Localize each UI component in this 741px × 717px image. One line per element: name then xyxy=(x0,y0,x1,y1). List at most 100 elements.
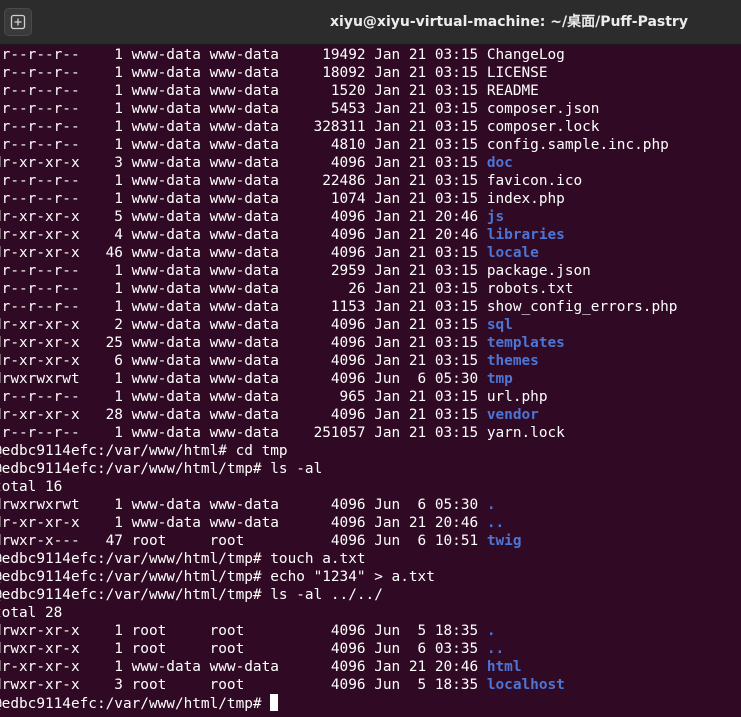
terminal-line: @edbc9114efc:/var/www/html/tmp# touch a.… xyxy=(0,550,741,568)
line-text: -r--r--r-- 1 www-data www-data 251057 Ja… xyxy=(0,425,487,441)
file-name: composer.lock xyxy=(486,119,600,135)
terminal-line: dr-xr-xr-x 5 www-data www-data 4096 Jan … xyxy=(0,208,741,226)
directory-name: locale xyxy=(486,245,539,261)
directory-name: doc xyxy=(486,155,513,171)
file-name: robots.txt xyxy=(486,281,574,297)
terminal-line: dr-xr-xr-x 6 www-data www-data 4096 Jan … xyxy=(0,352,741,370)
terminal-line: total 16 xyxy=(0,478,741,496)
line-text: @edbc9114efc:/var/www/html/tmp# ls -al xyxy=(0,461,323,477)
line-text: -r--r--r-- 1 www-data www-data 1074 Jan … xyxy=(0,191,487,207)
prompt-text: @edbc9114efc:/var/www/html/tmp# xyxy=(0,696,271,712)
line-text: -r--r--r-- 1 www-data www-data 965 Jan 2… xyxy=(0,389,487,405)
file-name: LICENSE xyxy=(486,65,548,81)
terminal-line: -r--r--r-- 1 www-data www-data 1520 Jan … xyxy=(0,82,741,100)
line-text: @edbc9114efc:/var/www/html/tmp# ls -al .… xyxy=(0,587,383,603)
terminal-line: drwxr-xr-x 1 root root 4096 Jun 6 03:35 … xyxy=(0,640,741,658)
line-text: -r--r--r-- 1 www-data www-data 5453 Jan … xyxy=(0,101,487,117)
terminal-line: -r--r--r-- 1 www-data www-data 26 Jan 21… xyxy=(0,280,741,298)
title-bar: xiyu@xiyu-virtual-machine: ~/桌面/Puff-Pas… xyxy=(0,0,741,45)
directory-name: libraries xyxy=(486,227,565,243)
line-text: dr-xr-xr-x 5 www-data www-data 4096 Jan … xyxy=(0,209,487,225)
line-text: dr-xr-xr-x 25 www-data www-data 4096 Jan… xyxy=(0,335,487,351)
line-text: dr-xr-xr-x 6 www-data www-data 4096 Jan … xyxy=(0,353,487,369)
terminal-line: drwxrwxrwt 1 www-data www-data 4096 Jun … xyxy=(0,370,741,388)
file-name: show_config_errors.php xyxy=(486,299,678,315)
line-text: -r--r--r-- 1 www-data www-data 328311 Ja… xyxy=(0,119,487,135)
line-text: -r--r--r-- 1 www-data www-data 1153 Jan … xyxy=(0,299,487,315)
line-text: drwxr-xr-x 1 root root 4096 Jun 6 03:35 xyxy=(0,641,487,657)
terminal-line: drwxr-x--- 47 root root 4096 Jun 6 10:51… xyxy=(0,532,741,550)
terminal-line: -r--r--r-- 1 www-data www-data 4810 Jan … xyxy=(0,136,741,154)
file-name: index.php xyxy=(486,191,565,207)
terminal-window: xiyu@xiyu-virtual-machine: ~/桌面/Puff-Pas… xyxy=(0,0,741,717)
line-text: @edbc9114efc:/var/www/html/tmp# touch a.… xyxy=(0,551,366,567)
terminal-line: -r--r--r-- 1 www-data www-data 1074 Jan … xyxy=(0,190,741,208)
terminal-line: @edbc9114efc:/var/www/html/tmp# ls -al .… xyxy=(0,586,741,604)
text-cursor xyxy=(270,694,279,711)
terminal-line: drwxr-xr-x 1 root root 4096 Jun 5 18:35 … xyxy=(0,622,741,640)
terminal-line: dr-xr-xr-x 25 www-data www-data 4096 Jan… xyxy=(0,334,741,352)
terminal-line: -r--r--r-- 1 www-data www-data 251057 Ja… xyxy=(0,424,741,442)
terminal-output[interactable]: -r--r--r-- 1 www-data www-data 19492 Jan… xyxy=(0,46,741,717)
terminal-line: @edbc9114efc:/var/www/html/tmp# echo "12… xyxy=(0,568,741,586)
line-text: drwxrwxrwt 1 www-data www-data 4096 Jun … xyxy=(0,497,487,513)
directory-name: . xyxy=(486,623,496,639)
line-text: dr-xr-xr-x 1 www-data www-data 4096 Jan … xyxy=(0,515,487,531)
directory-name: localhost xyxy=(486,677,565,693)
line-text: drwxr-xr-x 1 root root 4096 Jun 5 18:35 xyxy=(0,623,487,639)
line-text: total 28 xyxy=(0,605,63,621)
line-text: -r--r--r-- 1 www-data www-data 1520 Jan … xyxy=(0,83,487,99)
line-text: dr-xr-xr-x 2 www-data www-data 4096 Jan … xyxy=(0,317,487,333)
line-text: dr-xr-xr-x 46 www-data www-data 4096 Jan… xyxy=(0,245,487,261)
line-text: dr-xr-xr-x 3 www-data www-data 4096 Jan … xyxy=(0,155,487,171)
terminal-line: dr-xr-xr-x 28 www-data www-data 4096 Jan… xyxy=(0,406,741,424)
directory-name: templates xyxy=(486,335,565,351)
terminal-line: -r--r--r-- 1 www-data www-data 18092 Jan… xyxy=(0,64,741,82)
line-text: -r--r--r-- 1 www-data www-data 2959 Jan … xyxy=(0,263,487,279)
terminal-line: -r--r--r-- 1 www-data www-data 19492 Jan… xyxy=(0,46,741,64)
line-text: dr-xr-xr-x 28 www-data www-data 4096 Jan… xyxy=(0,407,487,423)
terminal-line: total 28 xyxy=(0,604,741,622)
directory-name: twig xyxy=(486,533,522,549)
terminal-line: @edbc9114efc:/var/www/html# cd tmp xyxy=(0,442,741,460)
terminal-line: -r--r--r-- 1 www-data www-data 1153 Jan … xyxy=(0,298,741,316)
file-name: favicon.ico xyxy=(486,173,583,189)
directory-name: . xyxy=(486,497,496,513)
directory-name: sql xyxy=(486,317,513,333)
directory-name: html xyxy=(486,659,522,675)
directory-name: .. xyxy=(486,641,505,657)
directory-name: themes xyxy=(486,353,539,369)
line-text: @edbc9114efc:/var/www/html# cd tmp xyxy=(0,443,288,459)
terminal-line: -r--r--r-- 1 www-data www-data 965 Jan 2… xyxy=(0,388,741,406)
terminal-line: -r--r--r-- 1 www-data www-data 22486 Jan… xyxy=(0,172,741,190)
line-text: total 16 xyxy=(0,479,63,495)
terminal-line: dr-xr-xr-x 1 www-data www-data 4096 Jan … xyxy=(0,658,741,676)
file-name: README xyxy=(486,83,539,99)
terminal-line: dr-xr-xr-x 4 www-data www-data 4096 Jan … xyxy=(0,226,741,244)
file-name: ChangeLog xyxy=(486,47,565,63)
terminal-line: dr-xr-xr-x 3 www-data www-data 4096 Jan … xyxy=(0,154,741,172)
terminal-line: -r--r--r-- 1 www-data www-data 328311 Ja… xyxy=(0,118,741,136)
line-text: -r--r--r-- 1 www-data www-data 26 Jan 21… xyxy=(0,281,487,297)
line-text: dr-xr-xr-x 4 www-data www-data 4096 Jan … xyxy=(0,227,487,243)
directory-name: tmp xyxy=(486,371,513,387)
terminal-line: @edbc9114efc:/var/www/html/tmp# ls -al xyxy=(0,460,741,478)
file-name: package.json xyxy=(486,263,591,279)
terminal-line: drwxr-xr-x 3 root root 4096 Jun 5 18:35 … xyxy=(0,676,741,694)
terminal-line: drwxrwxrwt 1 www-data www-data 4096 Jun … xyxy=(0,496,741,514)
terminal-line: -r--r--r-- 1 www-data www-data 5453 Jan … xyxy=(0,100,741,118)
terminal-line: -r--r--r-- 1 www-data www-data 2959 Jan … xyxy=(0,262,741,280)
line-text: -r--r--r-- 1 www-data www-data 18092 Jan… xyxy=(0,65,487,81)
line-text: drwxr-x--- 47 root root 4096 Jun 6 10:51 xyxy=(0,533,487,549)
prompt-line[interactable]: @edbc9114efc:/var/www/html/tmp# xyxy=(0,694,741,712)
directory-name: js xyxy=(486,209,505,225)
file-name: config.sample.inc.php xyxy=(486,137,669,153)
line-text: dr-xr-xr-x 1 www-data www-data 4096 Jan … xyxy=(0,659,487,675)
directory-name: vendor xyxy=(486,407,539,423)
line-text: -r--r--r-- 1 www-data www-data 22486 Jan… xyxy=(0,173,487,189)
window-title: xiyu@xiyu-virtual-machine: ~/桌面/Puff-Pas… xyxy=(330,14,688,30)
terminal-line: dr-xr-xr-x 2 www-data www-data 4096 Jan … xyxy=(0,316,741,334)
line-text: drwxr-xr-x 3 root root 4096 Jun 5 18:35 xyxy=(0,677,487,693)
file-name: url.php xyxy=(486,389,548,405)
directory-name: .. xyxy=(486,515,505,531)
